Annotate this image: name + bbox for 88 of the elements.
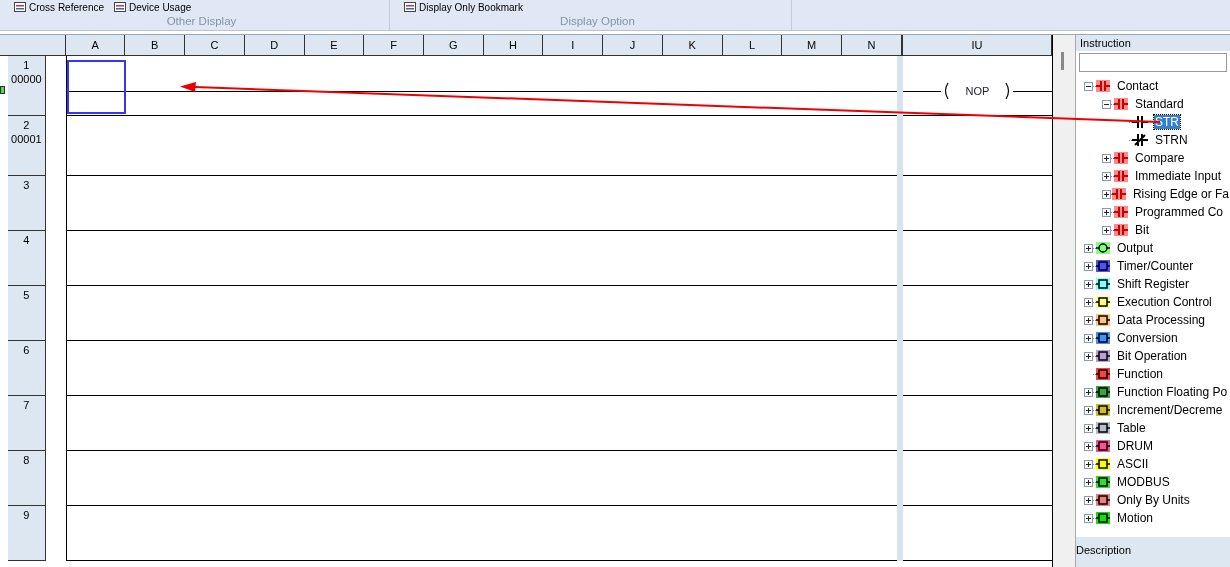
- ribbon-button[interactable]: Device Usage: [129, 1, 192, 13]
- expand-icon[interactable]: [1084, 243, 1093, 253]
- tree-item[interactable]: Table: [1116, 421, 1147, 435]
- rung-number: 2 00001: [7, 116, 46, 176]
- expand-icon[interactable]: [1084, 351, 1093, 361]
- panel-title: Instruction: [1076, 35, 1230, 51]
- rung-number: 8: [7, 451, 46, 506]
- tree-item[interactable]: Only By Units: [1116, 493, 1191, 507]
- tree-item[interactable]: Immediate Input: [1134, 169, 1223, 183]
- coil-bracket-icon: [943, 81, 950, 100]
- coil-bracket-icon: [1005, 81, 1012, 100]
- tree-item[interactable]: Data Processing: [1116, 313, 1207, 327]
- collapse-icon[interactable]: [1084, 81, 1093, 91]
- description-header: Description: [1076, 537, 1230, 567]
- expand-icon[interactable]: [1102, 189, 1111, 199]
- rung-number: 6: [7, 341, 46, 396]
- tree-item[interactable]: Shift Register: [1116, 277, 1191, 291]
- tree-item[interactable]: STR: [1154, 115, 1180, 129]
- tree-item[interactable]: Function Floating Po: [1116, 385, 1229, 399]
- rung-number: 7: [7, 396, 46, 451]
- expand-icon[interactable]: [1084, 261, 1093, 271]
- rung-number: 4: [7, 231, 46, 286]
- list-icon: [404, 2, 416, 12]
- tree-item[interactable]: Compare: [1134, 151, 1186, 165]
- column-header: K: [662, 35, 723, 55]
- tree-item[interactable]: Output: [1116, 241, 1155, 255]
- rung-number: 5: [7, 286, 46, 341]
- column-header: C: [185, 35, 245, 55]
- expand-icon[interactable]: [1084, 459, 1093, 469]
- list-icon: [114, 2, 127, 12]
- closed-contact-icon: [1132, 134, 1148, 146]
- ribbon-button[interactable]: Display Only Bookmark: [419, 1, 523, 13]
- tree-item[interactable]: Timer/Counter: [1116, 259, 1195, 273]
- column-header: D: [244, 35, 305, 55]
- expand-icon[interactable]: [1084, 405, 1093, 415]
- tree-item[interactable]: Conversion: [1116, 331, 1179, 345]
- column-header: F: [364, 35, 424, 55]
- column-header: B: [125, 35, 186, 55]
- collapse-icon[interactable]: [1102, 99, 1111, 109]
- tree-item[interactable]: Programmed Co: [1134, 205, 1225, 219]
- column-header: I: [543, 35, 604, 55]
- column-header: M: [782, 35, 843, 55]
- group-label: Other Display: [165, 15, 238, 27]
- nop-coil[interactable]: NOP: [941, 81, 1014, 100]
- expand-icon[interactable]: [1084, 513, 1093, 523]
- group-label: Display Option: [559, 15, 636, 27]
- cell-cursor[interactable]: [66, 60, 126, 114]
- expand-icon[interactable]: [1084, 441, 1093, 451]
- column-header: H: [483, 35, 544, 55]
- tree-item[interactable]: Function: [1116, 367, 1165, 381]
- tree-item[interactable]: Bit: [1134, 223, 1150, 237]
- column-header: L: [722, 35, 783, 55]
- expand-icon[interactable]: [1102, 225, 1111, 235]
- column-header: A: [65, 35, 126, 55]
- tree-item[interactable]: MODBUS: [1116, 475, 1171, 489]
- expand-icon[interactable]: [1102, 153, 1111, 163]
- scrollbar[interactable]: [1052, 35, 1075, 567]
- tree-item[interactable]: DRUM: [1116, 439, 1154, 453]
- expand-icon[interactable]: [1084, 333, 1093, 343]
- tree-item[interactable]: STRN: [1154, 133, 1189, 147]
- rung-number: 9: [7, 506, 46, 561]
- tree-item[interactable]: ASCII: [1116, 457, 1150, 471]
- ribbon-button[interactable]: Cross Reference: [29, 1, 105, 13]
- tree-item[interactable]: Motion: [1116, 511, 1155, 525]
- search-field[interactable]: [1079, 53, 1227, 72]
- contact-icon: [1132, 116, 1148, 128]
- column-header: J: [603, 35, 663, 55]
- tree-item[interactable]: Increment/Decreme: [1116, 403, 1224, 417]
- tree-item[interactable]: Rising Edge or Fa: [1131, 187, 1230, 201]
- expand-icon[interactable]: [1084, 423, 1093, 433]
- expand-icon[interactable]: [1102, 207, 1111, 217]
- expand-icon[interactable]: [1084, 315, 1093, 325]
- expand-icon[interactable]: [1084, 279, 1093, 289]
- rung-number: 3: [7, 176, 46, 231]
- list-icon: [14, 2, 26, 12]
- tree-item[interactable]: Standard: [1134, 97, 1185, 111]
- tree-item[interactable]: Execution Control: [1116, 295, 1213, 309]
- column-header: G: [424, 35, 484, 55]
- expand-icon[interactable]: [1084, 387, 1093, 397]
- expand-icon[interactable]: [1084, 495, 1093, 505]
- tree-item[interactable]: Contact: [1116, 79, 1160, 93]
- column-header: N: [842, 35, 902, 55]
- expand-icon[interactable]: [1084, 477, 1093, 487]
- column-header: E: [304, 35, 365, 55]
- tree-item[interactable]: Bit Operation: [1116, 349, 1189, 363]
- rung-number: 1 00000: [7, 56, 46, 116]
- expand-icon[interactable]: [1102, 171, 1111, 181]
- expand-icon[interactable]: [1084, 297, 1093, 307]
